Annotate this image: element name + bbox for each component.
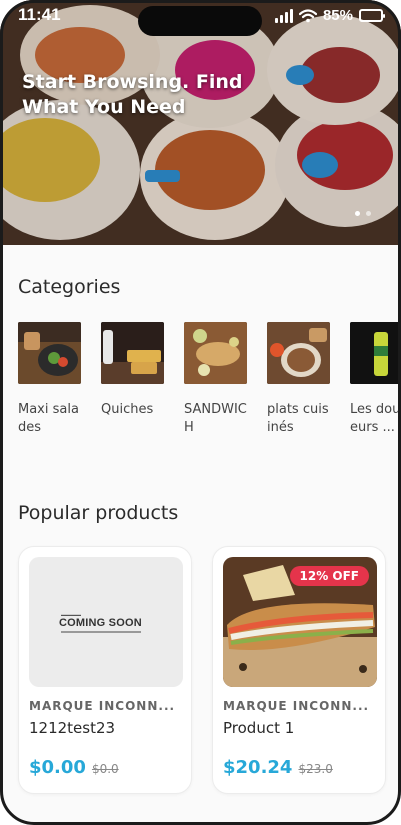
cellular-signal-icon [274, 8, 293, 23]
category-image [267, 322, 330, 384]
status-icons: 85% [274, 7, 385, 24]
category-label: plats cuisinés [267, 402, 329, 435]
product-card[interactable]: 12% OFF MARQUE INCONN... Product 1 $20.2… [212, 546, 386, 794]
product-card[interactable]: ▬▬▬▬▬ COMING SOON MARQUE INCONN... 1212t… [18, 546, 192, 794]
hero-image [0, 0, 401, 245]
battery-icon [359, 9, 385, 22]
status-time: 11:41 [18, 5, 61, 24]
category-item-sandwich[interactable]: SANDWICH [184, 322, 247, 442]
phone-screen: Start Browsing. Find What You Need 11:41… [0, 0, 401, 825]
price-row: $20.24 $23.0 [223, 757, 333, 778]
categories-title: Categories [18, 276, 121, 298]
product-old-price: $23.0 [298, 762, 333, 776]
carousel-dot-2[interactable] [366, 211, 371, 216]
status-bar: 11:41 85% [0, 0, 401, 36]
product-price: $20.24 [223, 757, 293, 778]
category-image [18, 322, 81, 384]
product-old-price: $0.0 [91, 762, 119, 776]
product-image: ▬▬▬▬▬ COMING SOON [29, 557, 183, 687]
category-label: Quiches [101, 402, 154, 417]
price-row: $0.00 $0.0 [29, 757, 119, 778]
category-item-plats-cuisines[interactable]: plats cuisinés [267, 322, 330, 442]
category-image [101, 322, 164, 384]
category-label: Maxi salades [18, 402, 79, 435]
category-item-maxi-salades[interactable]: Maxi salades [18, 322, 81, 442]
product-name: 1212test23 [29, 719, 116, 737]
products-list: ▬▬▬▬▬ COMING SOON MARQUE INCONN... 1212t… [18, 546, 386, 794]
battery-percent: 85% [322, 7, 353, 24]
category-label: Les douceurs ... [350, 402, 401, 435]
category-item-quiches[interactable]: Quiches [101, 322, 164, 442]
hero-title: Start Browsing. Find What You Need [22, 71, 243, 118]
product-image: 12% OFF [223, 557, 377, 687]
category-image [350, 322, 401, 384]
coming-soon-placeholder: ▬▬▬▬▬ COMING SOON [29, 557, 183, 687]
product-price: $0.00 [29, 757, 86, 778]
hero-banner[interactable]: Start Browsing. Find What You Need [0, 0, 401, 245]
carousel-dots[interactable] [355, 211, 371, 216]
coming-soon-underline [61, 631, 141, 633]
wifi-icon [298, 8, 317, 22]
category-item-les-douceurs[interactable]: Les douceurs ... [350, 322, 401, 442]
product-brand: MARQUE INCONN... [223, 699, 370, 713]
product-name: Product 1 [223, 719, 295, 737]
category-image [184, 322, 247, 384]
categories-list: Maxi salades Quiches SANDWICH plats cuis… [18, 322, 401, 442]
coming-soon-text: COMING SOON [59, 617, 142, 629]
popular-products-title: Popular products [18, 502, 179, 524]
dynamic-island [138, 6, 262, 36]
product-brand: MARQUE INCONN... [29, 699, 176, 713]
category-label: SANDWICH [184, 402, 247, 435]
carousel-dot-1[interactable] [355, 211, 360, 216]
discount-badge: 12% OFF [289, 566, 369, 586]
